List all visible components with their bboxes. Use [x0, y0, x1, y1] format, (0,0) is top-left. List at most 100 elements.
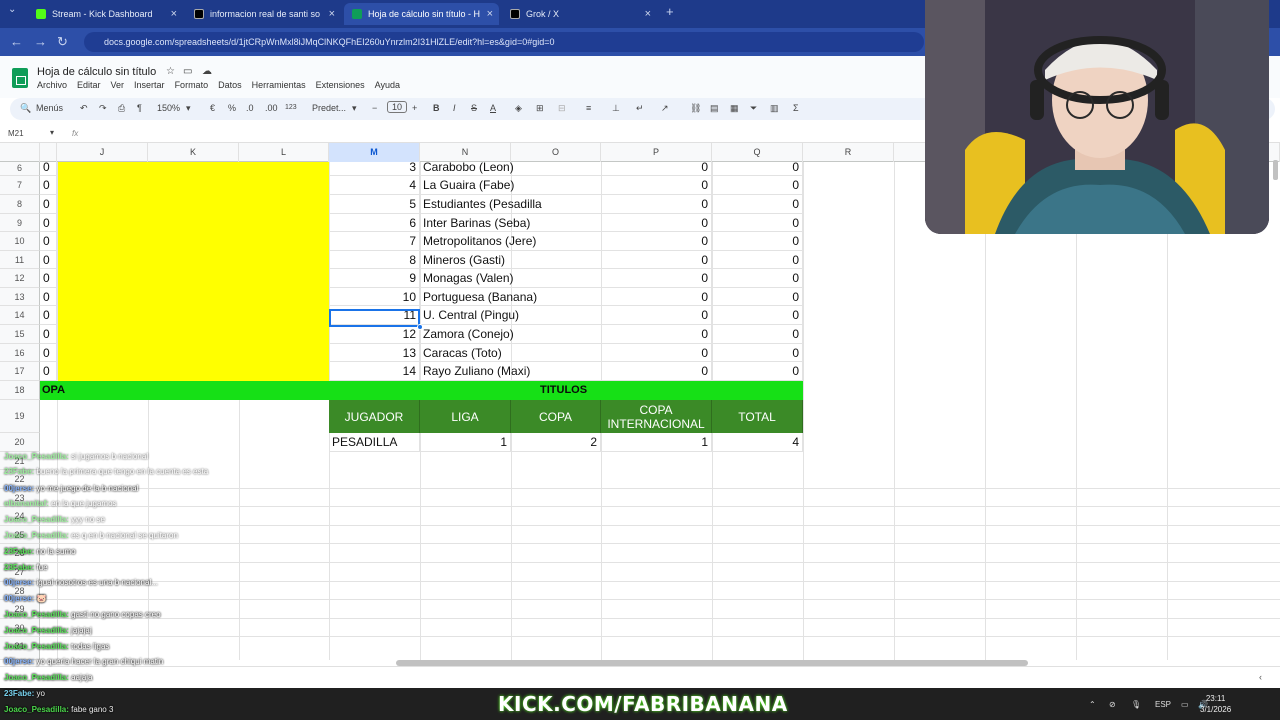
- cell-q[interactable]: 0: [712, 251, 803, 269]
- yellow-fill-block[interactable]: [58, 162, 329, 381]
- decrease-decimals-button[interactable]: .0: [246, 103, 254, 113]
- menu-insertar[interactable]: Insertar: [134, 80, 165, 90]
- text-wrap-icon[interactable]: ↵: [636, 103, 644, 114]
- menu-datos[interactable]: Datos: [218, 80, 242, 90]
- menu-ayuda[interactable]: Ayuda: [375, 80, 400, 90]
- cell-liga[interactable]: 1: [420, 433, 511, 452]
- close-tab-icon[interactable]: ×: [487, 8, 493, 20]
- link-icon[interactable]: ⛓: [690, 103, 701, 114]
- row-header[interactable]: 8: [0, 195, 40, 214]
- cell-m[interactable]: 3: [329, 162, 420, 176]
- undo-icon[interactable]: ↶: [80, 103, 88, 114]
- row-header[interactable]: 17: [0, 362, 40, 381]
- increase-decimals-button[interactable]: .00: [265, 103, 278, 113]
- reload-icon[interactable]: ↻: [57, 34, 68, 50]
- tab-list-icon[interactable]: ⌄: [8, 4, 16, 15]
- header-jugador[interactable]: JUGADOR: [329, 400, 420, 433]
- zoom-select[interactable]: 150%: [157, 103, 180, 113]
- header-total[interactable]: TOTAL: [712, 400, 803, 433]
- row-header[interactable]: 12: [0, 269, 40, 288]
- row-header[interactable]: 10: [0, 232, 40, 251]
- language-indicator[interactable]: ESP: [1155, 700, 1171, 709]
- cell-jugador[interactable]: PESADILLA: [329, 433, 420, 452]
- align-vertical-icon[interactable]: ⊥: [612, 103, 620, 114]
- cell-p[interactable]: 0: [601, 214, 712, 232]
- cell-n[interactable]: Caracas (Toto): [420, 344, 601, 362]
- font-size-input[interactable]: 10: [387, 101, 408, 113]
- cell-j[interactable]: 0: [40, 232, 57, 251]
- titulos-bar[interactable]: OPA TITULOS: [40, 381, 803, 400]
- cell-n[interactable]: U. Central (Pingu): [420, 306, 601, 325]
- bold-button[interactable]: B: [433, 103, 440, 113]
- menu-editar[interactable]: Editar: [77, 80, 101, 90]
- search-menus-icon[interactable]: 🔍: [20, 103, 31, 114]
- cell-copa[interactable]: 2: [511, 433, 601, 452]
- cell-j[interactable]: 0: [40, 162, 57, 176]
- fill-color-icon[interactable]: ◈: [515, 103, 522, 114]
- strikethrough-button[interactable]: S: [471, 103, 477, 113]
- column-header[interactable]: J: [57, 143, 148, 162]
- back-icon[interactable]: ←: [10, 34, 23, 49]
- column-header[interactable]: R: [803, 143, 894, 162]
- italic-button[interactable]: I: [453, 103, 456, 113]
- forward-icon[interactable]: →: [34, 34, 47, 49]
- row-header[interactable]: 20: [0, 433, 40, 452]
- cell-m[interactable]: 5: [329, 195, 420, 214]
- cell-n[interactable]: Portuguesa (Banana): [420, 288, 601, 306]
- close-tab-icon[interactable]: ×: [645, 8, 651, 20]
- paint-format-icon[interactable]: ¶: [137, 103, 142, 113]
- tab-sheets[interactable]: Hoja de cálculo sin título - Hoja ×: [344, 3, 499, 25]
- cell-p[interactable]: 0: [601, 232, 712, 251]
- row-header[interactable]: 7: [0, 176, 40, 195]
- vertical-scrollbar[interactable]: [1273, 160, 1278, 180]
- merge-cells-icon[interactable]: ⊟: [558, 103, 566, 114]
- search-menus-button[interactable]: Menús: [36, 103, 63, 113]
- row-header[interactable]: 16: [0, 344, 40, 362]
- corner-cell[interactable]: [0, 143, 40, 162]
- row-header[interactable]: 14: [0, 306, 40, 325]
- cell-m[interactable]: 7: [329, 232, 420, 251]
- cell-q[interactable]: 0: [712, 195, 803, 214]
- cell-n[interactable]: Rayo Zuliano (Maxi): [420, 362, 601, 381]
- cell-n[interactable]: Metropolitanos (Jere): [420, 232, 601, 251]
- cell-j[interactable]: 0: [40, 306, 57, 325]
- currency-button[interactable]: €: [210, 103, 215, 113]
- comment-icon[interactable]: ▤: [710, 103, 719, 114]
- chart-icon[interactable]: ▦: [730, 103, 739, 114]
- cell-j[interactable]: 0: [40, 288, 57, 306]
- cell-q[interactable]: 0: [712, 162, 803, 176]
- cell-p[interactable]: 0: [601, 325, 712, 344]
- cell-n[interactable]: Zamora (Conejo): [420, 325, 601, 344]
- cell-m[interactable]: 8: [329, 251, 420, 269]
- column-header-selected[interactable]: M: [329, 143, 420, 162]
- cell-j[interactable]: 0: [40, 269, 57, 288]
- cell-m[interactable]: 6: [329, 214, 420, 232]
- tray-chevron-icon[interactable]: ⌃: [1089, 700, 1096, 709]
- row-header[interactable]: 9: [0, 214, 40, 232]
- cell-p[interactable]: 0: [601, 251, 712, 269]
- star-icon[interactable]: ☆: [166, 66, 175, 77]
- row-header[interactable]: 6: [0, 162, 40, 176]
- name-box[interactable]: M21: [8, 129, 24, 138]
- sheets-logo-icon[interactable]: [12, 68, 28, 88]
- cell-p[interactable]: 0: [601, 288, 712, 306]
- cell-j[interactable]: 0: [40, 195, 57, 214]
- cell-m[interactable]: 13: [329, 344, 420, 362]
- row-header[interactable]: 15: [0, 325, 40, 344]
- cell-j[interactable]: 0: [40, 176, 57, 195]
- cell-j[interactable]: 0: [40, 344, 57, 362]
- column-header[interactable]: P: [601, 143, 712, 162]
- cell-m[interactable]: 14: [329, 362, 420, 381]
- active-cell-m21[interactable]: [329, 309, 420, 327]
- cell-p[interactable]: 0: [601, 176, 712, 195]
- cell-n[interactable]: Inter Barinas (Seba): [420, 214, 601, 232]
- chevron-down-icon[interactable]: ▾: [50, 128, 54, 137]
- filter-views-icon[interactable]: ▥: [770, 103, 779, 114]
- menu-ver[interactable]: Ver: [111, 80, 125, 90]
- cell-total[interactable]: 4: [712, 433, 803, 452]
- row-header[interactable]: 11: [0, 251, 40, 269]
- header-copa-internacional[interactable]: COPA INTERNACIONAL: [601, 400, 712, 433]
- cell-j[interactable]: 0: [40, 251, 57, 269]
- cell-j[interactable]: 0: [40, 362, 57, 381]
- column-header[interactable]: O: [511, 143, 601, 162]
